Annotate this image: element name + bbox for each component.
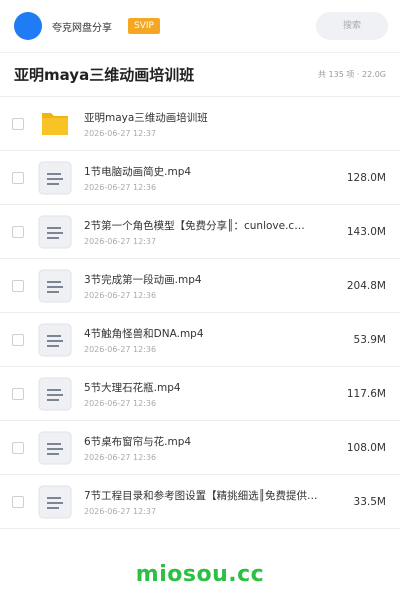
file-size: 53.9M <box>353 333 386 346</box>
row-meta: 3节完成第一段动画.mp4 2026-06-27 12:36 <box>84 272 339 300</box>
video-file-icon <box>38 323 72 356</box>
row-checkbox[interactable] <box>12 171 24 184</box>
row-checkbox[interactable] <box>12 387 24 400</box>
file-name[interactable]: 5节大理石花瓶.mp4 <box>84 380 324 395</box>
watermark: miosou.cc <box>135 562 265 587</box>
svip-badge: SVIP <box>128 18 160 34</box>
file-row[interactable]: 2节第一个角色模型【免费分享║：cunlove.c… 2026-06-27 12:… <box>0 205 400 259</box>
folder-row[interactable]: 亚明maya三维动画培训班 2026-06-27 12:37 <box>0 97 400 151</box>
file-date: 2026-06-27 12:36 <box>84 452 157 462</box>
file-size: 117.6M <box>346 387 386 400</box>
app-name: 夸克网盘分享 <box>52 22 112 34</box>
row-meta: 亚明maya三维动画培训班 2026-06-27 12:37 <box>84 110 378 138</box>
video-file-icon <box>38 431 72 464</box>
file-name[interactable]: 1节电脑动画简史.mp4 <box>84 164 324 179</box>
file-date: 2026-06-27 12:36 <box>84 344 157 354</box>
row-thumbnail <box>38 485 72 519</box>
row-thumbnail <box>38 269 72 303</box>
file-list: 亚明maya三维动画培训班 2026-06-27 12:37 1节电脑动画简史.mp… <box>0 96 400 529</box>
row-checkbox[interactable] <box>12 495 24 508</box>
file-date: 2026-06-27 12:37 <box>84 506 157 516</box>
search-input[interactable] <box>316 12 388 40</box>
video-file-icon <box>38 161 72 194</box>
file-name[interactable]: 7节工程目录和参考图设置【精挑细选║免费提供：cu… <box>84 488 324 503</box>
file-date: 2026-06-27 12:37 <box>84 236 157 246</box>
row-thumbnail <box>38 215 72 249</box>
file-row[interactable]: 7节工程目录和参考图设置【精挑细选║免费提供：cu… 2026-06-27 12:… <box>0 475 400 529</box>
row-thumbnail <box>38 161 72 195</box>
row-meta: 5节大理石花瓶.mp4 2026-06-27 12:36 <box>84 380 339 408</box>
file-row[interactable]: 3节完成第一段动画.mp4 2026-06-27 12:36 204.8M <box>0 259 400 313</box>
page-title: 亚明maya三维动画培训班 <box>14 66 195 84</box>
row-thumbnail <box>38 431 72 465</box>
file-row[interactable]: 5节大理石花瓶.mp4 2026-06-27 12:36 117.6M <box>0 367 400 421</box>
row-meta: 4节触角怪兽和DNA.mp4 2026-06-27 12:36 <box>84 326 346 354</box>
file-row[interactable]: 4节触角怪兽和DNA.mp4 2026-06-27 12:36 53.9M <box>0 313 400 367</box>
video-file-icon <box>38 215 72 248</box>
file-row[interactable]: 1节电脑动画简史.mp4 2026-06-27 12:36 128.0M <box>0 151 400 205</box>
row-meta: 6节桌布窗帘与花.mp4 2026-06-27 12:36 <box>84 434 339 462</box>
video-file-icon <box>38 377 72 410</box>
file-date: 2026-06-27 12:36 <box>84 290 157 300</box>
file-date: 2026-06-27 12:36 <box>84 398 157 408</box>
file-size: 143.0M <box>346 225 386 238</box>
video-file-icon <box>38 269 72 302</box>
avatar[interactable] <box>14 12 42 40</box>
file-name[interactable]: 亚明maya三维动画培训班 <box>84 110 324 125</box>
page-header: 亚明maya三维动画培训班 共 135 项 · 22.0G <box>0 52 400 96</box>
file-name[interactable]: 3节完成第一段动画.mp4 <box>84 272 324 287</box>
file-name[interactable]: 6节桌布窗帘与花.mp4 <box>84 434 324 449</box>
row-checkbox[interactable] <box>12 333 24 346</box>
file-size: 204.8M <box>346 279 386 292</box>
row-meta: 2节第一个角色模型【免费分享║：cunlove.c… 2026-06-27 12:… <box>84 218 339 246</box>
row-meta: 7节工程目录和参考图设置【精挑细选║免费提供：cu… 2026-06-27 12:… <box>84 488 346 516</box>
row-checkbox[interactable] <box>12 225 24 238</box>
row-meta: 1节电脑动画简史.mp4 2026-06-27 12:36 <box>84 164 339 192</box>
row-thumbnail <box>38 323 72 357</box>
row-checkbox[interactable] <box>12 441 24 454</box>
row-thumbnail <box>38 107 72 141</box>
video-file-icon <box>38 485 72 518</box>
file-date: 2026-06-27 12:37 <box>84 128 157 138</box>
file-name[interactable]: 4节触角怪兽和DNA.mp4 <box>84 326 324 341</box>
file-size: 108.0M <box>346 441 386 454</box>
file-row[interactable]: 6节桌布窗帘与花.mp4 2026-06-27 12:36 108.0M <box>0 421 400 475</box>
folder-icon <box>42 112 68 135</box>
row-thumbnail <box>38 377 72 411</box>
file-date: 2026-06-27 12:36 <box>84 182 157 192</box>
top-bar: 夸克网盘分享 SVIP <box>0 0 400 52</box>
item-summary: 共 135 项 · 22.0G <box>318 70 386 79</box>
file-name[interactable]: 2节第一个角色模型【免费分享║：cunlove.c… <box>84 218 324 233</box>
file-size: 128.0M <box>346 171 386 184</box>
file-size: 33.5M <box>353 495 386 508</box>
row-checkbox[interactable] <box>12 117 24 130</box>
row-checkbox[interactable] <box>12 279 24 292</box>
